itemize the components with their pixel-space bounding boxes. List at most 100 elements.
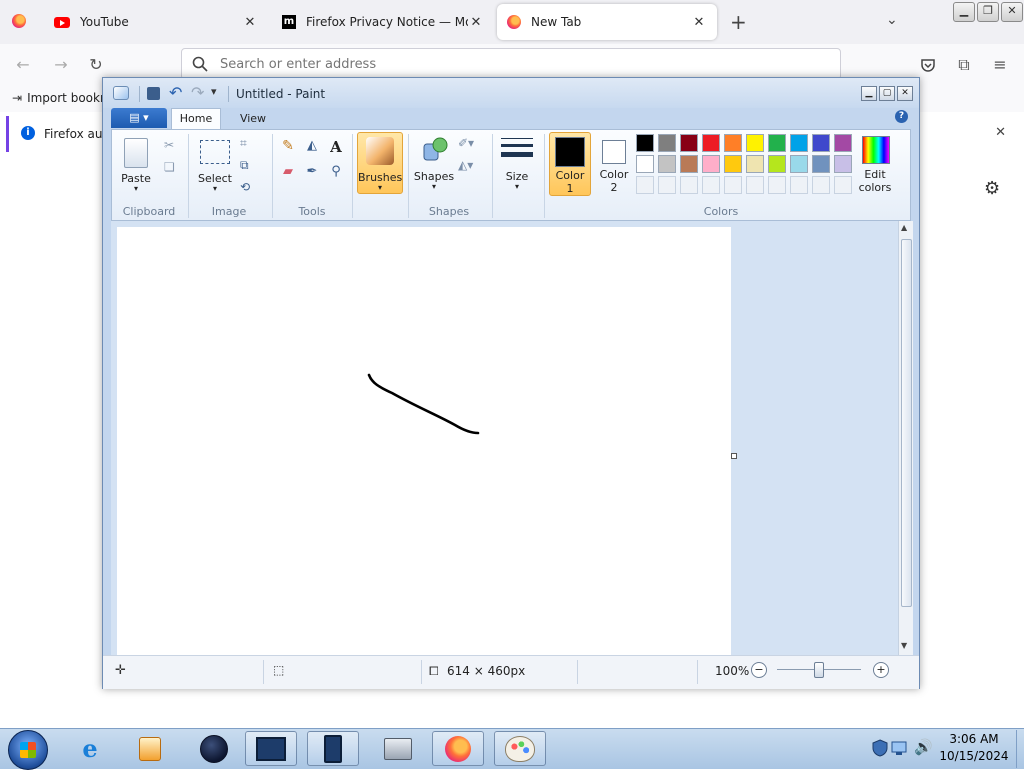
crop-icon[interactable]: ⌗ (240, 136, 247, 151)
palette-swatch[interactable] (768, 134, 786, 152)
shapes-button[interactable]: Shapes ▾ (412, 132, 456, 194)
reload-icon[interactable]: ↻ (85, 54, 107, 76)
gear-icon[interactable]: ⚙ (984, 178, 1000, 199)
resize-icon[interactable]: ⧉ (240, 158, 249, 173)
magnifier-icon[interactable]: ⚲ (326, 164, 346, 184)
palette-swatch[interactable] (790, 134, 808, 152)
minimize-button[interactable]: ▁ (861, 86, 877, 101)
address-input[interactable] (218, 55, 622, 73)
close-button[interactable]: ✕ (897, 86, 913, 101)
palette-swatch[interactable] (680, 155, 698, 173)
palette-swatch[interactable] (834, 155, 852, 173)
fill-icon[interactable]: ◭▾ (458, 158, 473, 172)
palette-swatch[interactable] (768, 155, 786, 173)
pencil-icon[interactable]: ✎ (278, 138, 298, 158)
maximize-button[interactable]: ▢ (879, 86, 895, 101)
close-icon[interactable]: ✕ (691, 15, 707, 30)
rotate-icon[interactable]: ⟲ (240, 180, 250, 194)
zoom-slider-thumb[interactable] (814, 662, 824, 678)
volume-icon[interactable]: 🔊 (914, 738, 933, 756)
close-icon[interactable]: ✕ (242, 15, 258, 30)
save-icon[interactable] (147, 87, 160, 100)
forward-arrow-icon[interactable]: → (50, 54, 72, 76)
color2-button[interactable]: Color 2 (593, 132, 635, 196)
edit-colors-button[interactable]: Edit colors (856, 132, 896, 196)
text-tool-icon[interactable]: A (326, 138, 346, 158)
firefox-icon[interactable] (12, 14, 26, 28)
pocket-icon[interactable] (917, 54, 939, 76)
palette-swatch[interactable] (746, 134, 764, 152)
size-button[interactable]: Size ▾ (496, 132, 538, 194)
import-bookmarks-button[interactable]: ⇥ Import bookm (12, 91, 112, 105)
palette-custom-slot[interactable] (746, 176, 764, 194)
address-bar[interactable] (181, 48, 841, 80)
tab-new-tab[interactable]: New Tab ✕ (497, 4, 717, 40)
palette-custom-slot[interactable] (834, 176, 852, 194)
palette-swatch[interactable] (812, 155, 830, 173)
paste-button[interactable]: Paste ▾ (118, 132, 154, 194)
scroll-up-arrow-icon[interactable]: ▲ (901, 223, 907, 232)
palette-swatch[interactable] (702, 134, 720, 152)
help-icon[interactable]: ? (895, 110, 908, 123)
scroll-down-arrow-icon[interactable]: ▼ (901, 641, 907, 650)
paint-app-icon[interactable] (113, 86, 129, 100)
palette-custom-slot[interactable] (680, 176, 698, 194)
taskbar-media-player[interactable] (124, 731, 176, 766)
quick-access-dropdown-icon[interactable]: ▾ (211, 85, 217, 98)
palette-custom-slot[interactable] (768, 176, 786, 194)
show-desktop-button[interactable] (1016, 730, 1024, 768)
brushes-button[interactable]: Brushes ▾ (357, 132, 403, 194)
palette-swatch[interactable] (702, 155, 720, 173)
extensions-icon[interactable]: ⧉ (953, 54, 975, 76)
menu-icon[interactable]: ≡ (989, 54, 1011, 76)
tab-privacy-notice[interactable]: m Firefox Privacy Notice — Mozill ✕ (272, 4, 494, 40)
palette-swatch[interactable] (746, 155, 764, 173)
undo-icon[interactable]: ↶ (169, 83, 182, 102)
palette-swatch[interactable] (724, 134, 742, 152)
color1-button[interactable]: Color 1 (549, 132, 591, 196)
taskbar-firefox[interactable] (432, 731, 484, 766)
palette-swatch[interactable] (834, 134, 852, 152)
zoom-in-icon[interactable]: + (873, 662, 889, 678)
palette-swatch[interactable] (724, 155, 742, 173)
palette-swatch[interactable] (680, 134, 698, 152)
taskbar-paint[interactable] (494, 731, 546, 766)
palette-swatch[interactable] (658, 155, 676, 173)
palette-custom-slot[interactable] (790, 176, 808, 194)
cut-icon[interactable]: ✂ (164, 138, 174, 152)
taskbar-internet-explorer[interactable]: e (64, 731, 116, 766)
palette-swatch[interactable] (636, 134, 654, 152)
close-icon[interactable]: ✕ (995, 125, 1006, 140)
taskbar-tablet-app[interactable] (307, 731, 359, 766)
taskbar-explorer[interactable] (372, 731, 424, 766)
taskbar-app-globe[interactable] (188, 731, 240, 766)
palette-swatch[interactable] (812, 134, 830, 152)
restore-button[interactable]: ❐ (977, 2, 999, 22)
minimize-button[interactable]: ▁ (953, 2, 975, 22)
action-center-icon[interactable] (870, 738, 890, 758)
start-button[interactable] (8, 730, 48, 770)
color-picker-icon[interactable]: ✒ (302, 164, 322, 184)
new-tab-button[interactable]: + (730, 10, 747, 34)
copy-icon[interactable]: ❏ (164, 160, 175, 174)
paint-menu-button[interactable]: ▤ ▾ (111, 108, 167, 128)
tab-home[interactable]: Home (171, 108, 221, 130)
fill-bucket-icon[interactable]: ◭ (302, 138, 322, 158)
palette-custom-slot[interactable] (702, 176, 720, 194)
palette-custom-slot[interactable] (636, 176, 654, 194)
palette-swatch[interactable] (658, 134, 676, 152)
network-icon[interactable] (890, 738, 910, 758)
canvas-resize-handle[interactable] (731, 453, 737, 459)
close-button[interactable]: ✕ (1001, 2, 1023, 22)
taskbar-window-app[interactable] (245, 731, 297, 766)
clock[interactable]: 3:06 AM 10/15/2024 (934, 731, 1014, 765)
scroll-thumb[interactable] (901, 239, 912, 607)
eraser-icon[interactable]: ▰ (278, 164, 298, 184)
palette-swatch[interactable] (636, 155, 654, 173)
outline-icon[interactable]: ✐▾ (458, 136, 474, 150)
palette-custom-slot[interactable] (812, 176, 830, 194)
zoom-out-icon[interactable]: − (751, 662, 767, 678)
redo-icon[interactable]: ↷ (191, 83, 204, 102)
back-arrow-icon[interactable]: ← (12, 54, 34, 76)
vertical-scrollbar[interactable]: ▲ ▼ (898, 221, 913, 655)
